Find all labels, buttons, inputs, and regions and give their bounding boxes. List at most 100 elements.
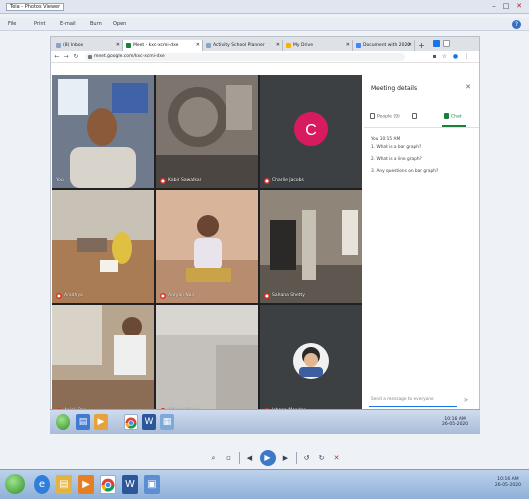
minimize-icon[interactable]: – bbox=[489, 2, 499, 11]
mic-off-icon: ● bbox=[160, 177, 166, 184]
participant-tile-3[interactable]: ● Aradhya bbox=[52, 190, 154, 303]
participant-name-tag: ● Charlie Jacobs bbox=[264, 177, 304, 184]
mic-off-icon: ● bbox=[160, 292, 166, 299]
captured-taskbar: ▤ ▶ W ▦ 10:16 AM 26-05-2020 bbox=[50, 409, 480, 434]
tab-strip: (8) Inbox ✕ Meet - kxc-xcmi-dxe ✕ Activi… bbox=[51, 37, 479, 51]
start-orb-icon[interactable] bbox=[5, 474, 25, 494]
close-tab-icon[interactable]: ✕ bbox=[196, 40, 200, 51]
participant-video bbox=[156, 75, 258, 188]
os-clock: 10:16 AM 26-05-2020 bbox=[495, 477, 521, 489]
rotate-right-icon[interactable]: ↻ bbox=[317, 452, 327, 464]
next-icon[interactable]: ▶ bbox=[281, 452, 291, 464]
chat-message: 2. What is a line graph? bbox=[371, 157, 422, 162]
actual-size-icon[interactable]: ▫ bbox=[224, 452, 234, 464]
tab-details[interactable] bbox=[412, 113, 419, 120]
participant-tile-0[interactable]: You bbox=[52, 75, 154, 188]
viewer-title-bar: Tela - Photos Viewer – □ ✕ bbox=[0, 0, 529, 14]
people-icon bbox=[370, 113, 375, 119]
explorer-icon[interactable]: ▤ bbox=[76, 414, 90, 430]
participant-tile-6[interactable]: ● Anjali Rao bbox=[52, 305, 154, 418]
close-icon[interactable]: ✕ bbox=[465, 83, 471, 91]
star-icon[interactable]: ☆ bbox=[441, 53, 448, 61]
tab-meet[interactable]: Meet - kxc-xcmi-dxe ✕ bbox=[123, 40, 203, 51]
tab-label: Meet - kxc-xcmi-dxe bbox=[133, 43, 179, 48]
participant-tile-2[interactable]: C ● Charlie Jacobs bbox=[260, 75, 362, 188]
back-icon[interactable]: ← bbox=[53, 53, 61, 61]
participant-tile-8[interactable]: ● Ishaan Mendon bbox=[260, 305, 362, 418]
meeting-details-panel: Meeting details ✕ People (9) Chat You 10… bbox=[364, 75, 479, 431]
tab-chat[interactable]: Chat bbox=[444, 113, 462, 120]
word-icon[interactable]: W bbox=[142, 414, 156, 430]
url-field[interactable]: meet.google.com/kxc-xcmi-dxe bbox=[85, 53, 405, 61]
participant-photo-avatar bbox=[293, 343, 329, 379]
address-bar: ← → ↻ meet.google.com/kxc-xcmi-dxe ▪ ☆ ●… bbox=[51, 51, 479, 63]
lock-icon bbox=[88, 55, 92, 59]
viewer-menu-bar: File Print E-mail Burn Open ? bbox=[0, 18, 529, 31]
help-icon[interactable]: ? bbox=[512, 20, 521, 29]
tab-label: People (9) bbox=[377, 114, 400, 120]
participant-video bbox=[156, 305, 258, 418]
chrome-icon[interactable] bbox=[124, 414, 138, 430]
clock-date: 26-05-2020 bbox=[494, 483, 521, 488]
camera-icon[interactable]: ▪ bbox=[431, 53, 438, 61]
chrome-icon[interactable] bbox=[100, 475, 116, 494]
menu-file[interactable]: File bbox=[8, 21, 16, 27]
viewer-title: Tela - Photos Viewer bbox=[6, 3, 65, 11]
play-slideshow-icon[interactable]: ▶ bbox=[259, 450, 276, 466]
reload-icon[interactable]: ↻ bbox=[72, 53, 80, 61]
os-taskbar: e ▤ ▶ W ▣ 10:16 AM 26-05-2020 bbox=[0, 469, 529, 499]
profile-icon[interactable]: ● bbox=[452, 53, 459, 61]
start-orb-icon[interactable] bbox=[56, 414, 70, 430]
chat-input[interactable]: Send a message to everyone bbox=[369, 393, 457, 407]
tab-planner[interactable]: Activity School Planner ✕ bbox=[203, 40, 283, 51]
participant-name-tag: ● Sahana Shetty bbox=[264, 292, 305, 299]
maximize-icon[interactable]: □ bbox=[501, 2, 511, 11]
meet-grid: You ● Kabir Sawalkar C ● Charlie Jacobs … bbox=[52, 75, 362, 419]
tab-drive[interactable]: My Drive ✕ bbox=[283, 40, 353, 51]
participant-name: Sahana Shetty bbox=[272, 293, 305, 298]
avatar-letter: C bbox=[305, 122, 317, 139]
tab-label: Chat bbox=[451, 114, 462, 120]
rotate-left-icon[interactable]: ↺ bbox=[302, 452, 312, 464]
docs-icon bbox=[356, 43, 361, 48]
browser-window: (8) Inbox ✕ Meet - kxc-xcmi-dxe ✕ Activi… bbox=[50, 36, 480, 434]
media-player-icon[interactable]: ▶ bbox=[94, 414, 108, 430]
drive-icon bbox=[286, 43, 291, 48]
menu-open[interactable]: Open bbox=[113, 21, 126, 27]
tab-people[interactable]: People (9) bbox=[370, 113, 400, 120]
menu-dots-icon[interactable]: ⋮ bbox=[463, 53, 470, 61]
new-tab-button[interactable]: + bbox=[416, 40, 427, 51]
close-tab-icon[interactable]: ✕ bbox=[276, 40, 280, 51]
zoom-icon[interactable]: ⌕ bbox=[209, 452, 219, 464]
tab-inbox[interactable]: (8) Inbox ✕ bbox=[53, 40, 123, 51]
word-icon[interactable]: W bbox=[122, 475, 138, 494]
clock-date: 26-05-2020 bbox=[442, 422, 469, 427]
close-tab-icon[interactable]: ✕ bbox=[346, 40, 350, 51]
close-icon[interactable]: ✕ bbox=[514, 2, 524, 11]
send-icon[interactable]: ➤ bbox=[463, 396, 469, 404]
photos-viewer-icon[interactable]: ▣ bbox=[144, 475, 160, 494]
media-player-icon[interactable]: ▶ bbox=[78, 475, 94, 494]
paint-icon[interactable]: ▦ bbox=[160, 414, 174, 430]
participant-video bbox=[52, 305, 154, 418]
participant-name: Aaryan Nair bbox=[168, 293, 195, 298]
menu-email[interactable]: E-mail bbox=[60, 21, 76, 27]
tab-label: (8) Inbox bbox=[63, 43, 84, 48]
tab-label: My Drive bbox=[293, 43, 313, 48]
close-tab-icon[interactable]: ✕ bbox=[408, 40, 412, 51]
participant-tile-5[interactable]: ● Sahana Shetty bbox=[260, 190, 362, 303]
forward-icon[interactable]: → bbox=[62, 53, 70, 61]
menu-print[interactable]: Print bbox=[34, 21, 46, 27]
gmail-icon bbox=[56, 43, 61, 48]
menu-burn[interactable]: Burn bbox=[90, 21, 102, 27]
explorer-icon[interactable]: ▤ bbox=[56, 475, 72, 494]
participant-tile-4[interactable]: ● Aaryan Nair bbox=[156, 190, 258, 303]
url-text: meet.google.com/kxc-xcmi-dxe bbox=[94, 54, 165, 59]
internet-explorer-icon[interactable]: e bbox=[34, 475, 50, 494]
participant-tile-1[interactable]: ● Kabir Sawalkar bbox=[156, 75, 258, 188]
previous-icon[interactable]: ◀ bbox=[245, 452, 255, 464]
delete-icon[interactable]: ✕ bbox=[332, 452, 342, 464]
participant-tile-7[interactable]: ● Vikram Kumar bbox=[156, 305, 258, 418]
close-tab-icon[interactable]: ✕ bbox=[116, 40, 120, 51]
tab-document[interactable]: Document with 2020 ✕ bbox=[353, 40, 415, 51]
